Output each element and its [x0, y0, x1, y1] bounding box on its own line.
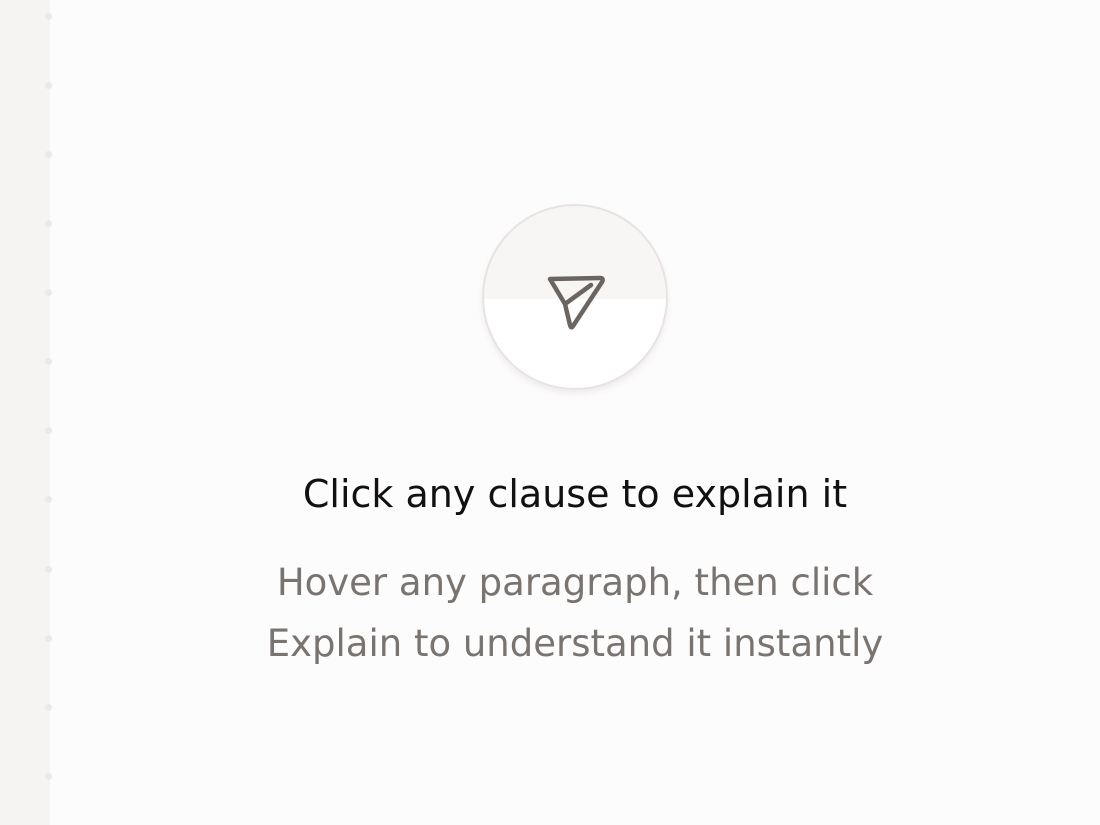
empty-state-subtitle-line2: Explain to understand it instantly: [266, 622, 884, 665]
explain-panel: Click any clause to explain it Hover any…: [0, 0, 1100, 825]
send-icon: [547, 275, 605, 330]
document-edge-strip: [0, 0, 52, 825]
empty-state-title: Click any clause to explain it: [302, 472, 848, 516]
icon-circle: [482, 204, 668, 390]
empty-state: Click any clause to explain it Hover any…: [50, 0, 1100, 825]
empty-state-subtitle-line1: Hover any paragraph, then click: [276, 561, 874, 604]
